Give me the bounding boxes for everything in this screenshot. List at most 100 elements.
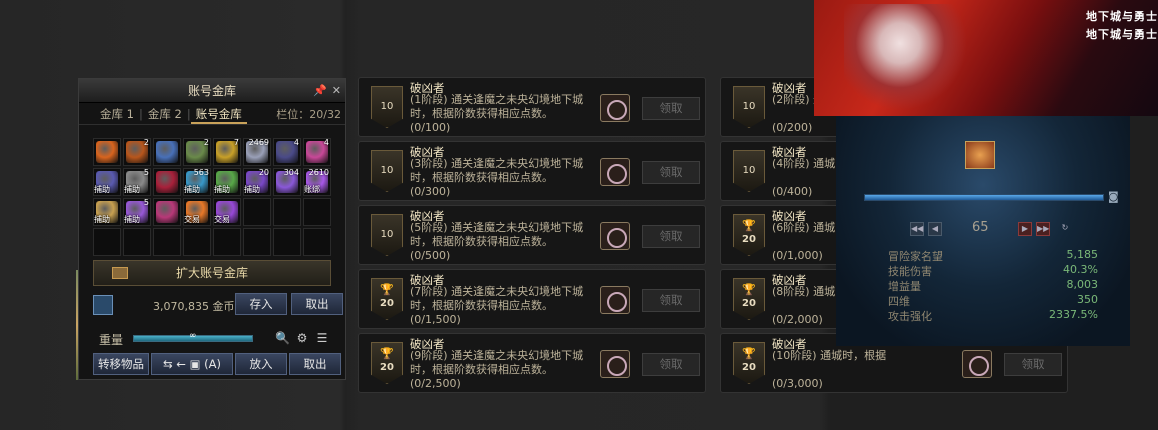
storage-slot[interactable]: 交易: [183, 198, 211, 226]
item-count: 2610: [308, 168, 329, 177]
gear-icon[interactable]: ⚙: [295, 331, 309, 345]
reward-icon[interactable]: [600, 94, 630, 122]
storage-slot[interactable]: 5 捕助: [123, 198, 151, 226]
storage-slot[interactable]: [243, 198, 271, 226]
list-icon[interactable]: ☰: [315, 331, 329, 345]
storage-slot[interactable]: 304: [273, 168, 301, 196]
expand-storage-button[interactable]: 扩大账号金库: [93, 260, 331, 286]
storage-slot[interactable]: 2610 账绑: [303, 168, 331, 196]
storage-slot[interactable]: 捕助: [93, 168, 121, 196]
storage-slot[interactable]: [123, 228, 151, 256]
claim-button[interactable]: 领取: [642, 97, 700, 120]
next-page-icon[interactable]: ▶: [1018, 222, 1032, 236]
put-in-button[interactable]: 放入: [235, 353, 287, 375]
orange-mask-icon: [96, 141, 118, 163]
trophy-icon: 🏆: [742, 283, 756, 296]
camera-icon[interactable]: ◙: [1108, 190, 1122, 204]
medal-points: 20: [380, 298, 394, 309]
storage-titlebar[interactable]: 账号金库 📌 ✕: [79, 79, 345, 103]
storage-slot[interactable]: [93, 138, 121, 166]
tab-storage-1[interactable]: 金库 1: [95, 104, 139, 124]
storage-slot[interactable]: 5 捕助: [123, 168, 151, 196]
storage-slot[interactable]: [153, 198, 181, 226]
reward-icon[interactable]: [962, 350, 992, 378]
storage-slot[interactable]: 2469: [243, 138, 271, 166]
storage-slot[interactable]: 7: [213, 138, 241, 166]
achievement-progress: (0/2,000): [772, 313, 823, 326]
reward-icon[interactable]: [600, 158, 630, 186]
storage-slot[interactable]: 2: [183, 138, 211, 166]
storage-slot[interactable]: [303, 228, 331, 256]
achievement-progress: (0/300): [410, 185, 451, 198]
item-tag: 捕助: [124, 185, 140, 194]
claim-button[interactable]: 领取: [642, 289, 700, 312]
refresh-icon[interactable]: ↻: [1058, 222, 1072, 236]
storage-slot[interactable]: 捕助: [213, 168, 241, 196]
storage-slot[interactable]: 交易: [213, 198, 241, 226]
deposit-button[interactable]: 存入: [235, 293, 287, 315]
storage-slot[interactable]: [183, 228, 211, 256]
achievement-progress: (0/1,000): [772, 249, 823, 262]
item-grid: 2 2 7 2469 4 4 捕助 5 捕助 563 捕助 捕助 20 捕助 304 2610 账绑 捕助 5 捕助交…: [93, 138, 331, 256]
achievement-progress: (0/3,000): [772, 377, 823, 390]
transfer-shortcut-button[interactable]: ⇆ ← ▣ (A): [151, 353, 233, 375]
storage-slot[interactable]: 20 捕助: [243, 168, 271, 196]
storage-slot[interactable]: [153, 168, 181, 196]
slot-count: 栏位：20/32: [276, 107, 341, 121]
item-count: 304: [283, 168, 299, 177]
tab-storage-2[interactable]: 金库 2: [143, 104, 187, 124]
storage-slot[interactable]: [303, 198, 331, 226]
gold-bag-icon[interactable]: [93, 295, 113, 315]
achievement-description: (3阶段) 通关逢魔之未央幻境地下城时，根据阶数获得相应点数。: [410, 157, 584, 184]
weight-bar: ∞: [133, 331, 253, 342]
storage-slot[interactable]: [213, 228, 241, 256]
storage-slot[interactable]: 563 捕助: [183, 168, 211, 196]
weight-row: 重量 ∞ 🔍 ⚙ ☰: [93, 329, 345, 349]
claim-button[interactable]: 领取: [642, 161, 700, 184]
gold-amount-text: 3,070,835 金币: [153, 298, 234, 314]
storage-slot[interactable]: [273, 198, 301, 226]
game-banner-ad[interactable]: 地下城与勇士 地下城与勇士: [814, 0, 1158, 116]
stat-label: 攻击强化: [888, 310, 932, 323]
stat-label: 冒险家名望: [888, 250, 943, 263]
achievement-medal-icon: 🏆 20: [371, 278, 403, 320]
tab-account-storage[interactable]: 账号金库: [190, 104, 247, 124]
storage-slot[interactable]: 4: [273, 138, 301, 166]
account-storage-window: 账号金库 📌 ✕ 金库 1 | 金库 2 | 账号金库 栏位：20/32 2 2 7…: [78, 78, 346, 380]
reward-icon[interactable]: [600, 222, 630, 250]
pin-icon[interactable]: 📌: [313, 79, 327, 103]
item-tag: 交易: [184, 215, 200, 224]
item-count: 4: [293, 138, 299, 147]
achievement-description: (7阶段) 通关逢魔之未央幻境地下城时，根据阶数获得相应点数。: [410, 285, 584, 312]
stat-value: 350: [1077, 293, 1098, 306]
claim-button[interactable]: 领取: [642, 353, 700, 376]
claim-button[interactable]: 领取: [642, 225, 700, 248]
item-count: 4: [323, 138, 329, 147]
withdraw-gold-button[interactable]: 取出: [291, 293, 343, 315]
last-page-icon[interactable]: ▶▶: [1036, 222, 1050, 236]
storage-slot[interactable]: [243, 228, 271, 256]
character-portrait[interactable]: [965, 141, 995, 169]
claim-button[interactable]: 领取: [1004, 353, 1062, 376]
storage-slot[interactable]: [93, 228, 121, 256]
item-tag: 捕助: [94, 215, 110, 224]
expand-storage-label: 扩大账号金库: [175, 266, 248, 280]
take-out-button[interactable]: 取出: [289, 353, 341, 375]
first-page-icon[interactable]: ◀◀: [910, 222, 924, 236]
storage-slot[interactable]: 4: [303, 138, 331, 166]
transfer-items-button[interactable]: 转移物品: [93, 353, 149, 375]
close-button[interactable]: ✕: [332, 79, 341, 103]
chest-icon: [112, 267, 128, 279]
achievement-medal-icon: 🏆 20: [733, 214, 765, 256]
reward-icon[interactable]: [600, 286, 630, 314]
storage-slot[interactable]: [273, 228, 301, 256]
level-value: 65: [972, 220, 989, 235]
gold-row: 3,070,835 金币 存入 取出: [93, 293, 345, 317]
reward-icon[interactable]: [600, 350, 630, 378]
storage-slot[interactable]: 2: [123, 138, 151, 166]
storage-slot[interactable]: [153, 138, 181, 166]
prev-page-icon[interactable]: ◀: [928, 222, 942, 236]
search-icon[interactable]: 🔍: [275, 331, 290, 345]
storage-slot[interactable]: [153, 228, 181, 256]
storage-slot[interactable]: 捕助: [93, 198, 121, 226]
